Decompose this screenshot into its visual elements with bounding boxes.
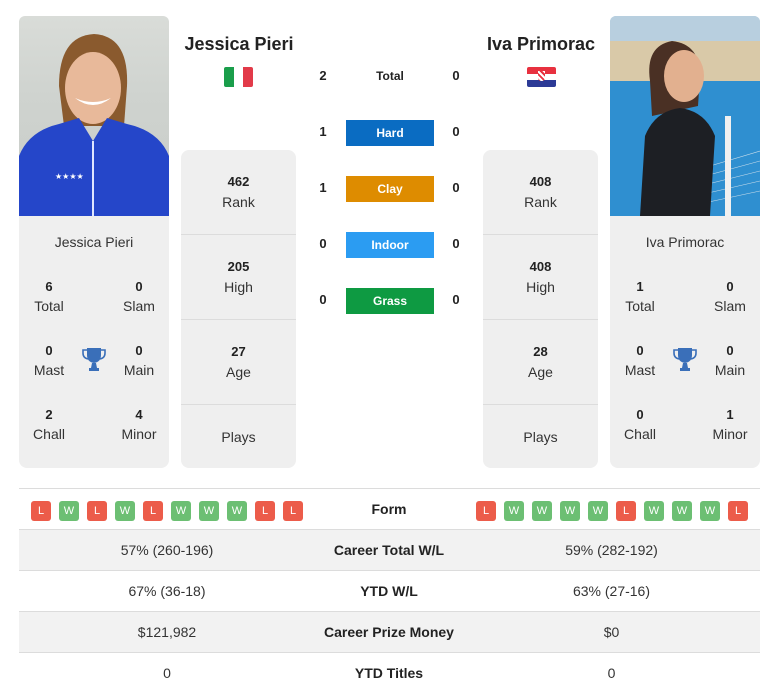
titles-total: 6 Total [34,279,64,314]
player-left-card-name: Jessica Pieri [54,234,134,250]
table-row: 57% (260-196) Career Total W/L 59% (282-… [19,530,760,571]
form-win-badge[interactable]: W [532,501,552,521]
titles-mast: 0 Mast [33,343,65,378]
form-left: LWLWLWWWLL [31,501,303,521]
form-win-badge[interactable]: W [227,501,247,521]
grass-surface-badge: Grass [346,288,434,314]
form-win-badge[interactable]: W [115,501,135,521]
comparison-table: LWLWLWWWLL Form LWWWWLWWWL 57% (260-196)… [19,488,760,694]
form-win-badge[interactable]: W [199,501,219,521]
h2h-indoor-row: 0 Indoor 0 [306,232,474,258]
h2h-clay-row: 1 Clay 0 [306,176,474,202]
high-cell: 205 High [181,235,296,320]
player-left-name[interactable]: Jessica Pieri [174,34,304,55]
titles-minor: 1 Minor [712,407,748,442]
titles-main: 0 Main [123,343,155,378]
h2h-grass-row: 0 Grass 0 [306,288,474,314]
trophy-icon [673,346,697,372]
form-win-badge[interactable]: W [672,501,692,521]
form-loss-badge[interactable]: L [255,501,275,521]
form-loss-badge[interactable]: L [476,501,496,521]
player-left-photo: ★★★★ [19,16,169,216]
table-row: 0 YTD Titles 0 [163,665,616,681]
form-win-badge[interactable]: W [588,501,608,521]
player-right-photo [610,16,760,216]
form-win-badge[interactable]: W [560,501,580,521]
titles-main: 0 Main [714,343,746,378]
player-right-rank-card: 408 Rank 408 High 28 Age Plays [483,150,598,468]
player-right-name[interactable]: Iva Primorac [476,34,606,55]
form-win-badge[interactable]: W [59,501,79,521]
plays-cell: Plays [523,429,558,445]
form-loss-badge[interactable]: L [31,501,51,521]
age-cell: 27 Age [181,320,296,405]
titles-chall: 2 Chall [33,407,65,442]
form-loss-badge[interactable]: L [728,501,748,521]
rank-cell: 408 Rank [483,150,598,235]
player-left-rank-card: 462 Rank 205 High 27 Age Plays [181,150,296,468]
form-loss-badge[interactable]: L [616,501,636,521]
trophy-icon [82,346,106,372]
form-right: LWWWWLWWWL [476,501,748,521]
player-right-card-name: Iva Primorac [645,234,725,250]
form-win-badge[interactable]: W [504,501,524,521]
indoor-surface-badge: Indoor [346,232,434,258]
form-row: LWLWLWWWLL Form LWWWWLWWWL [19,489,760,530]
hard-surface-badge: Hard [346,120,434,146]
form-win-badge[interactable]: W [700,501,720,521]
table-row: $121,982 Career Prize Money $0 [19,612,760,653]
form-win-badge[interactable]: W [171,501,191,521]
titles-mast: 0 Mast [624,343,656,378]
player-left-portrait: ★★★★ [19,34,169,216]
player-right-titles-card: Iva Primorac 1 Total 0 Slam 0 Mast 0 Mai… [610,216,760,468]
titles-chall: 0 Chall [624,407,656,442]
form-loss-badge[interactable]: L [283,501,303,521]
form-loss-badge[interactable]: L [87,501,107,521]
form-label: Form [371,501,407,517]
age-cell: 28 Age [483,320,598,405]
titles-slam: 0 Slam [123,279,155,314]
form-loss-badge[interactable]: L [143,501,163,521]
form-win-badge[interactable]: W [644,501,664,521]
high-cell: 408 High [483,235,598,320]
table-row: 67% (36-18) YTD W/L 63% (27-16) [19,571,760,612]
titles-slam: 0 Slam [714,279,746,314]
player-left-titles-card: Jessica Pieri 6 Total 0 Slam 0 Mast 0 Ma… [19,216,169,468]
player-right-portrait [610,16,760,216]
h2h-hard-row: 1 Hard 0 [306,120,474,146]
plays-cell: Plays [221,429,256,445]
italy-flag-icon [224,67,253,87]
clay-surface-badge: Clay [346,176,434,202]
rank-cell: 462 Rank [181,150,296,235]
svg-text:★★★★: ★★★★ [55,172,84,181]
titles-minor: 4 Minor [121,407,157,442]
titles-total: 1 Total [625,279,655,314]
h2h-total-row: 2 Total 0 [319,68,460,83]
croatia-flag-icon [527,67,556,87]
